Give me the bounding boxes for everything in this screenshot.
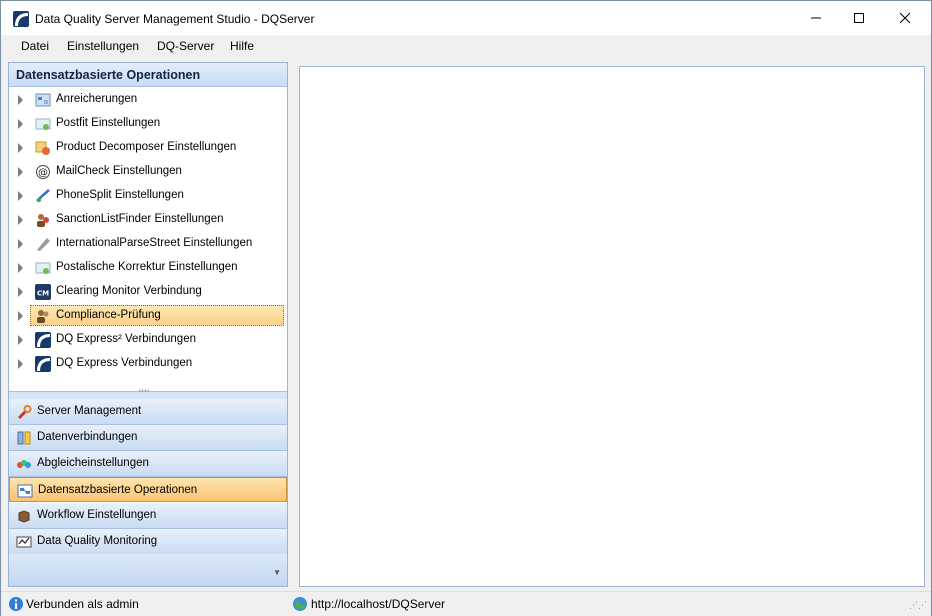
- menu-einstellungen[interactable]: Einstellungen: [67, 39, 139, 53]
- menu-bar: Datei Einstellungen DQ-Server Hilfe: [1, 35, 931, 57]
- menu-datei[interactable]: Datei: [21, 39, 49, 53]
- matching-icon: [17, 460, 31, 468]
- svg-text:CM: CM: [37, 290, 49, 298]
- tree-item-phonesplit[interactable]: PhoneSplit Einstellungen: [9, 185, 287, 207]
- tree-item-label: Clearing Monitor Verbindung: [56, 285, 202, 297]
- expand-arrow-icon[interactable]: [18, 239, 23, 249]
- record-operations-icon: [17, 484, 33, 498]
- expand-arrow-icon[interactable]: [18, 119, 23, 129]
- nav-datensatzbasierte-operationen[interactable]: Datensatzbasierte Operationen: [9, 477, 287, 502]
- expand-arrow-icon[interactable]: [18, 359, 23, 369]
- tree-item-clearing-monitor[interactable]: CM Clearing Monitor Verbindung: [9, 281, 287, 303]
- nav-datenverbindungen[interactable]: Datenverbindungen: [9, 425, 287, 451]
- nav-overflow-bar: ▼: [9, 554, 287, 586]
- expand-arrow-icon[interactable]: [18, 215, 23, 225]
- expand-arrow-icon[interactable]: [18, 143, 23, 153]
- wrench-icon: [17, 405, 32, 420]
- tree-item-label: Compliance-Prüfung: [56, 309, 161, 321]
- close-button[interactable]: [882, 1, 928, 35]
- expand-arrow-icon[interactable]: [18, 263, 23, 273]
- expand-arrow-icon[interactable]: [18, 311, 23, 321]
- operations-tree: Anreicherungen Postfit Einstellungen Pro…: [9, 87, 287, 391]
- nav-label: Abgleicheinstellungen: [37, 457, 149, 469]
- nav-label: Datenverbindungen: [37, 431, 138, 443]
- panel-title: Datensatzbasierte Operationen: [16, 68, 201, 82]
- tree-item-dq-express2[interactable]: DQ Express² Verbindungen: [9, 329, 287, 351]
- dq-express-icon: [35, 332, 51, 348]
- expand-arrow-icon[interactable]: [18, 287, 23, 297]
- app-window: Data Quality Server Management Studio - …: [0, 0, 932, 616]
- compliance-icon: [37, 310, 49, 323]
- tree-item-label: Postfit Einstellungen: [56, 117, 161, 129]
- expand-arrow-icon[interactable]: [18, 335, 23, 345]
- expand-arrow-icon[interactable]: [18, 167, 23, 177]
- tree-item-label: MailCheck Einstellungen: [56, 165, 182, 177]
- dq-express-icon: [35, 356, 51, 372]
- expand-arrow-icon[interactable]: [18, 191, 23, 201]
- tree-item-mailcheck[interactable]: @ MailCheck Einstellungen: [9, 161, 287, 183]
- nav-workflow-einstellungen[interactable]: Workflow Einstellungen: [9, 503, 287, 529]
- nav-abgleicheinstellungen[interactable]: Abgleicheinstellungen: [9, 451, 287, 477]
- nav-label: Workflow Einstellungen: [37, 509, 157, 521]
- info-icon: [9, 597, 23, 611]
- tree-item-compliance-pruefung[interactable]: Compliance-Prüfung: [9, 305, 287, 327]
- at-sign-icon: @: [36, 165, 50, 179]
- sanction-list-icon: [37, 214, 49, 227]
- expand-arrow-icon[interactable]: [18, 95, 23, 105]
- minimize-icon: [811, 17, 821, 19]
- tree-item-label: DQ Express Verbindungen: [56, 357, 193, 369]
- parse-street-icon: [37, 238, 50, 251]
- workflow-icon: [18, 510, 30, 523]
- title-bar: Data Quality Server Management Studio - …: [1, 1, 931, 35]
- nav-label: Data Quality Monitoring: [37, 535, 158, 547]
- tree-item-postfit[interactable]: Postfit Einstellungen: [9, 113, 287, 135]
- status-bar: Verbunden als admin http://localhost/DQS…: [1, 591, 931, 616]
- tree-item-label: Anreicherungen: [56, 93, 138, 105]
- panel-splitter[interactable]: '''': [9, 388, 287, 399]
- resize-grip-icon[interactable]: ⋰⋰: [909, 600, 927, 611]
- maximize-icon: [854, 13, 864, 23]
- minimize-button[interactable]: [793, 1, 839, 35]
- panel-header: Datensatzbasierte Operationen: [9, 63, 287, 87]
- postal-correction-icon: [35, 262, 51, 274]
- app-logo-icon: [13, 11, 29, 27]
- globe-icon: [293, 597, 307, 611]
- svg-text:@: @: [38, 168, 48, 179]
- tree-item-label: Product Decomposer Einstellungen: [56, 141, 237, 153]
- content-area: [299, 66, 925, 587]
- tree-item-sanctionlistfinder[interactable]: SanctionListFinder Einstellungen: [9, 209, 287, 231]
- clearing-monitor-icon: CM: [35, 284, 51, 300]
- tree-item-label: SanctionListFinder Einstellungen: [56, 213, 224, 225]
- tree-item-internationalparsestreet[interactable]: InternationalParseStreet Einstellungen: [9, 233, 287, 255]
- maximize-button[interactable]: [836, 1, 882, 35]
- tree-item-dq-express[interactable]: DQ Express Verbindungen: [9, 353, 287, 375]
- product-decomposer-icon: [35, 141, 50, 155]
- postfit-icon: [35, 118, 51, 130]
- menu-dq-server[interactable]: DQ-Server: [157, 39, 214, 53]
- monitoring-icon: [16, 536, 32, 548]
- nav-label: Server Management: [37, 405, 142, 417]
- data-connections-icon: [17, 431, 31, 445]
- menu-hilfe[interactable]: Hilfe: [230, 39, 254, 53]
- tree-item-postalische-korrektur[interactable]: Postalische Korrektur Einstellungen: [9, 257, 287, 279]
- tree-item-label: Postalische Korrektur Einstellungen: [56, 261, 238, 273]
- tree-item-anreicherungen[interactable]: Anreicherungen: [9, 89, 287, 111]
- enrichment-icon: [35, 93, 51, 107]
- tree-item-product-decomposer[interactable]: Product Decomposer Einstellungen: [9, 137, 287, 159]
- nav-data-quality-monitoring[interactable]: Data Quality Monitoring: [9, 529, 287, 555]
- window-title: Data Quality Server Management Studio - …: [35, 12, 315, 26]
- tree-item-label: InternationalParseStreet Einstellungen: [56, 237, 253, 249]
- overflow-chevron-icon[interactable]: ▼: [273, 568, 281, 577]
- nav-server-management[interactable]: Server Management: [9, 399, 287, 425]
- server-url: http://localhost/DQServer: [311, 597, 446, 611]
- connection-status: Verbunden als admin: [26, 597, 139, 611]
- close-icon: [899, 12, 911, 24]
- tree-item-label: DQ Express² Verbindungen: [56, 333, 196, 345]
- nav-label: Datensatzbasierte Operationen: [38, 484, 198, 496]
- phone-split-icon: [36, 189, 50, 202]
- tree-item-label: PhoneSplit Einstellungen: [56, 189, 184, 201]
- navigation-panel: Datensatzbasierte Operationen Anreicheru…: [8, 62, 288, 587]
